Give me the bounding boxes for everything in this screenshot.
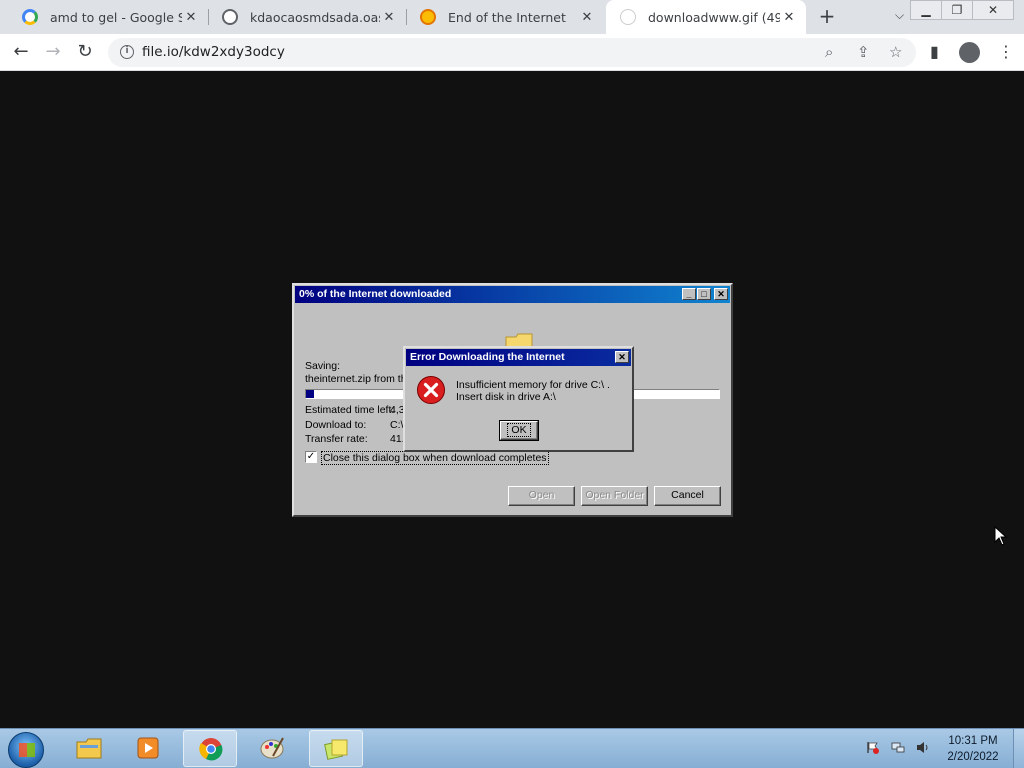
- download-dialog-titlebar[interactable]: 0% of the Internet downloaded _ □ ✕: [295, 286, 730, 303]
- close-window-button[interactable]: ✕: [972, 0, 1014, 20]
- tab-google-search[interactable]: amd to gel - Google Search ✕: [8, 0, 208, 34]
- error-message-line1: Insufficient memory for drive C:\ .: [456, 379, 610, 391]
- show-desktop-button[interactable]: [1013, 729, 1024, 768]
- action-center-flag-icon[interactable]: [866, 741, 880, 754]
- new-tab-button[interactable]: +: [815, 5, 839, 29]
- stop-loading-icon[interactable]: ↻: [72, 40, 98, 66]
- open-button[interactable]: Open: [508, 486, 575, 506]
- taskbar-chrome[interactable]: [183, 730, 237, 767]
- close-on-complete-label[interactable]: Close this dialog box when download comp…: [321, 451, 549, 465]
- tab-title: downloadwww.gif (490×2: [648, 9, 780, 25]
- info-icon[interactable]: i: [120, 45, 134, 59]
- error-message-line2: Insert disk in drive A:\: [456, 391, 556, 403]
- taskbar-sticky-notes[interactable]: [309, 730, 363, 767]
- saving-file: theinternet.zip from the: [305, 373, 413, 385]
- download-progress-fill: [306, 390, 315, 398]
- paint-icon: [260, 737, 284, 759]
- tab-search-chevron-icon[interactable]: ⌵: [895, 8, 904, 23]
- profile-avatar[interactable]: [959, 42, 980, 63]
- browser-toolbar: ← → ↻ i file.io/kdw2xdy3odcy ⌕ ⇪ ☆: [0, 34, 1024, 71]
- taskbar-paint[interactable]: [245, 730, 299, 767]
- close-on-complete-checkbox[interactable]: ✓: [305, 451, 317, 463]
- clock-date: 2/20/2022: [947, 751, 999, 763]
- tab-end-of-internet[interactable]: End of the Internet ✕: [406, 0, 604, 34]
- bookmark-star-icon[interactable]: ☆: [889, 43, 902, 61]
- ok-button-label: OK: [507, 423, 531, 437]
- estimated-time-label: Estimated time left:: [305, 404, 395, 416]
- tab-kdaoca[interactable]: kdaocaosmdsada.oasmdasmd ✕: [208, 0, 406, 34]
- tab-strip: amd to gel - Google Search ✕ kdaocaosmds…: [0, 0, 1024, 34]
- sticky-notes-icon: [324, 739, 348, 760]
- open-folder-button[interactable]: Open Folder: [581, 486, 648, 506]
- folder-icon: [76, 738, 102, 759]
- mouse-cursor-icon: [994, 526, 1008, 546]
- tab-close-icon[interactable]: ✕: [780, 10, 798, 25]
- download-dialog-title: 0% of the Internet downloaded: [299, 288, 452, 300]
- media-player-icon: [137, 737, 159, 759]
- url-text[interactable]: file.io/kdw2xdy3odcy: [142, 44, 285, 60]
- maximize-icon[interactable]: □: [697, 288, 711, 300]
- error-icon: [417, 376, 445, 404]
- close-icon[interactable]: ✕: [615, 351, 629, 363]
- tab-title: End of the Internet: [448, 9, 566, 25]
- clock-time: 10:31 PM: [948, 735, 998, 747]
- tab-title: kdaocaosmdsada.oasmdasmd: [250, 9, 380, 25]
- close-icon[interactable]: ✕: [714, 288, 728, 300]
- tab-title: amd to gel - Google Search: [50, 9, 182, 25]
- side-panel-icon[interactable]: ▮: [930, 42, 939, 61]
- address-bar[interactable]: i file.io/kdw2xdy3odcy ⌕ ⇪ ☆: [108, 38, 916, 67]
- download-to-value: C:\: [390, 419, 404, 431]
- restore-button[interactable]: ❐: [941, 0, 973, 20]
- start-button[interactable]: [8, 732, 44, 768]
- volume-icon[interactable]: [916, 741, 930, 754]
- loading-icon: [620, 9, 636, 25]
- google-icon: [22, 9, 38, 25]
- site-icon: [420, 9, 436, 25]
- back-button[interactable]: ←: [8, 40, 34, 66]
- saving-label: Saving:: [305, 360, 341, 372]
- globe-icon: [222, 9, 238, 25]
- tab-close-icon[interactable]: ✕: [380, 10, 398, 25]
- share-icon[interactable]: ⇪: [857, 43, 870, 61]
- system-clock[interactable]: 10:31 PM 2/20/2022: [936, 733, 1010, 765]
- error-dialog-title: Error Downloading the Internet: [410, 351, 565, 363]
- cancel-button[interactable]: Cancel: [654, 486, 721, 506]
- error-dialog-titlebar[interactable]: Error Downloading the Internet ✕: [406, 349, 631, 366]
- menu-kebab-icon[interactable]: ⋮: [998, 42, 1014, 61]
- minimize-button[interactable]: ▁: [910, 0, 942, 20]
- transfer-rate-label: Transfer rate:: [305, 433, 368, 445]
- forward-button[interactable]: →: [40, 40, 66, 66]
- minimize-icon[interactable]: _: [682, 288, 696, 300]
- taskbar-file-explorer[interactable]: [62, 730, 116, 767]
- taskbar-media-player[interactable]: [122, 730, 176, 767]
- window-controls: ▁ ❐ ✕: [910, 0, 1014, 20]
- taskbar: [0, 728, 1024, 768]
- tab-close-icon[interactable]: ✕: [578, 10, 596, 25]
- error-dialog: Error Downloading the Internet ✕ Insuffi…: [403, 346, 634, 452]
- network-icon[interactable]: [891, 741, 905, 754]
- zoom-icon[interactable]: ⌕: [825, 43, 833, 61]
- chrome-icon: [199, 738, 223, 761]
- ok-button[interactable]: OK: [499, 420, 539, 441]
- download-to-label: Download to:: [305, 419, 367, 431]
- tab-downloadwww[interactable]: downloadwww.gif (490×2 ✕: [606, 0, 806, 34]
- tab-close-icon[interactable]: ✕: [182, 10, 200, 25]
